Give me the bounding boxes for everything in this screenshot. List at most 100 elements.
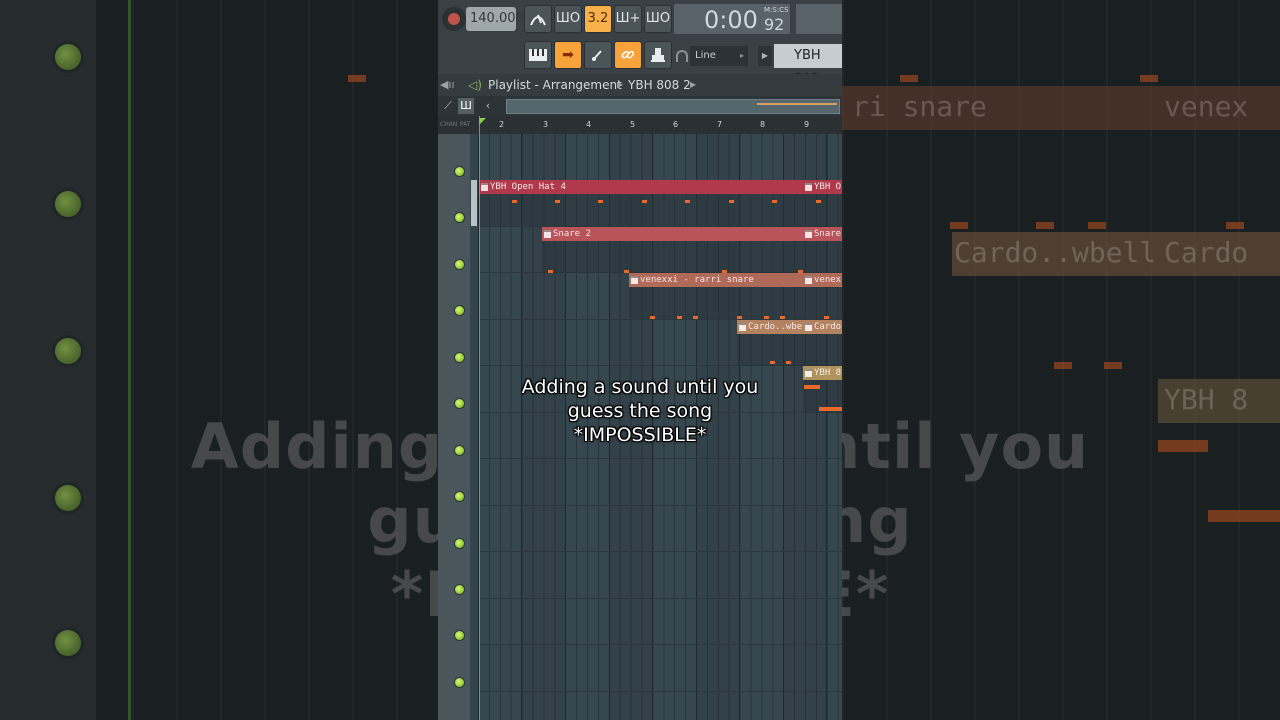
background-note — [1104, 362, 1122, 369]
track-divider — [478, 458, 842, 459]
track-mute-led[interactable] — [455, 585, 464, 594]
caption-line: *IMPOSSIBLE* — [573, 424, 707, 446]
scroll-left-icon[interactable]: ‹ — [480, 98, 496, 114]
ruler-bar-number: 7 — [717, 120, 723, 129]
track-selection-handle[interactable] — [471, 180, 477, 226]
draw-pencil-icon[interactable] — [584, 41, 612, 69]
horizontal-scrollbar[interactable] — [506, 99, 840, 114]
clip-label: venex — [803, 273, 842, 287]
background-led — [55, 44, 81, 70]
slide-tool-icon[interactable]: ⟋ — [440, 98, 456, 114]
metronome-icon[interactable] — [524, 5, 552, 33]
tempo-display[interactable]: 140.000 — [466, 7, 524, 31]
clip-body — [803, 194, 842, 226]
track-mute-led[interactable] — [455, 306, 464, 315]
stamp-icon[interactable] — [644, 41, 672, 69]
magnet-icon[interactable] — [676, 50, 688, 62]
clip-note — [764, 316, 769, 319]
track-mute-led[interactable] — [455, 492, 464, 501]
clip-note — [650, 316, 655, 319]
clip-note — [737, 316, 742, 319]
background-clip-label: Cardo..wbell — [954, 236, 1157, 269]
breadcrumb-pattern[interactable]: YBH 808 2 — [628, 74, 691, 96]
ruler-bar-number: 5 — [630, 120, 636, 129]
clip-label: Snare 2 — [542, 227, 803, 241]
typing-keyboard-button[interactable]: Ш+ — [614, 5, 642, 33]
background-left — [0, 0, 438, 720]
background-note — [1208, 510, 1280, 522]
ruler-bar-number: 9 — [804, 120, 810, 129]
clip-body — [803, 287, 842, 319]
clip-label: venexxi - rarri snare — [629, 273, 803, 287]
caption-line: guess the song — [567, 400, 713, 422]
clip-body — [629, 287, 803, 319]
track-mute-led[interactable] — [455, 260, 464, 269]
breadcrumb-playlist[interactable]: Playlist - Arrangement — [488, 74, 622, 96]
breadcrumb-separator-icon: ▶ — [690, 80, 697, 89]
time-ruler[interactable]: CHAN PAT 2 3 4 5 6 7 8 9 — [438, 116, 842, 134]
pattern-header-label: PAT — [460, 121, 471, 128]
video-caption: Adding a sound until you guess the song … — [438, 375, 842, 447]
clip-note — [780, 316, 785, 319]
background-led — [55, 191, 81, 217]
clip-note — [693, 316, 698, 319]
background-note — [1036, 222, 1054, 229]
speaker-icon[interactable]: ◁) — [468, 74, 482, 96]
background-clip-label: Cardo — [1164, 236, 1249, 269]
background-note — [1140, 75, 1158, 82]
clip-note — [729, 200, 734, 203]
wait-for-input-button[interactable]: ШO — [554, 5, 582, 33]
playlist-nav-row: ⟋ Ш ‹ — [438, 96, 842, 116]
background-clip-label: ri snare — [852, 90, 987, 123]
track-mute-led[interactable] — [455, 539, 464, 548]
fl-studio-window: 140.000 ШO 3.2 Ш+ ШO 0:00 M:S:CS 92 ➡ Li… — [438, 0, 842, 720]
clip-note — [770, 361, 775, 364]
background-note — [348, 75, 366, 82]
cpu-monitor — [796, 4, 842, 34]
background-clip-label: YBH 8 — [1164, 383, 1249, 416]
ruler-bar-number: 6 — [673, 120, 679, 129]
clip-body — [737, 334, 803, 366]
window-menu-icon[interactable]: ◀ıı — [440, 74, 455, 96]
track-mute-led[interactable] — [455, 167, 464, 176]
countdown-button[interactable]: 3.2 — [584, 5, 612, 33]
breadcrumb-separator-icon: ▶ — [617, 80, 624, 89]
ruler-bar-number: 4 — [586, 120, 592, 129]
track-mute-led[interactable] — [455, 678, 464, 687]
clip-label: Cardo — [803, 320, 842, 334]
ruler-bar-number: 2 — [499, 120, 505, 129]
arrow-right-icon[interactable]: ➡ — [554, 41, 582, 69]
song-time-display[interactable]: 0:00 M:S:CS 92 — [674, 4, 790, 34]
scrollbar-overview — [757, 103, 837, 105]
background-led — [55, 338, 81, 364]
background-note — [1054, 362, 1072, 369]
piano-roll-icon[interactable]: Ш — [458, 98, 474, 114]
background-playhead — [128, 0, 131, 720]
background-note — [1088, 222, 1106, 229]
track-mute-led[interactable] — [455, 446, 464, 455]
pattern-play-icon[interactable]: ▶ — [758, 46, 772, 66]
record-icon[interactable] — [442, 7, 466, 31]
clip-note — [642, 200, 647, 203]
pattern-selector[interactable]: YBH 808 — [774, 44, 842, 87]
track-mute-led[interactable] — [455, 353, 464, 362]
clip-note — [786, 361, 791, 364]
track-mute-led[interactable] — [455, 631, 464, 640]
background-clip-label: venex — [1164, 90, 1249, 123]
snap-select-value: Line — [695, 50, 716, 61]
song-start-marker[interactable] — [479, 118, 486, 125]
background-note — [900, 75, 918, 82]
link-icon[interactable] — [614, 41, 642, 69]
clip-body — [803, 241, 842, 273]
track-mute-led[interactable] — [455, 213, 464, 222]
track-divider — [478, 505, 842, 506]
piano-icon[interactable] — [524, 41, 552, 69]
playlist-toolbar: ➡ Line ▸ ▶ YBH 808 — [438, 38, 842, 87]
clip-note — [598, 200, 603, 203]
time-main: 0:00 — [704, 6, 758, 34]
track-divider — [478, 691, 842, 692]
clip-label: Cardo..wbell — [737, 320, 803, 334]
loop-record-button[interactable]: ШO — [644, 5, 672, 33]
snap-select[interactable]: Line ▸ — [690, 46, 748, 66]
ruler-bar-number: 3 — [543, 120, 549, 129]
